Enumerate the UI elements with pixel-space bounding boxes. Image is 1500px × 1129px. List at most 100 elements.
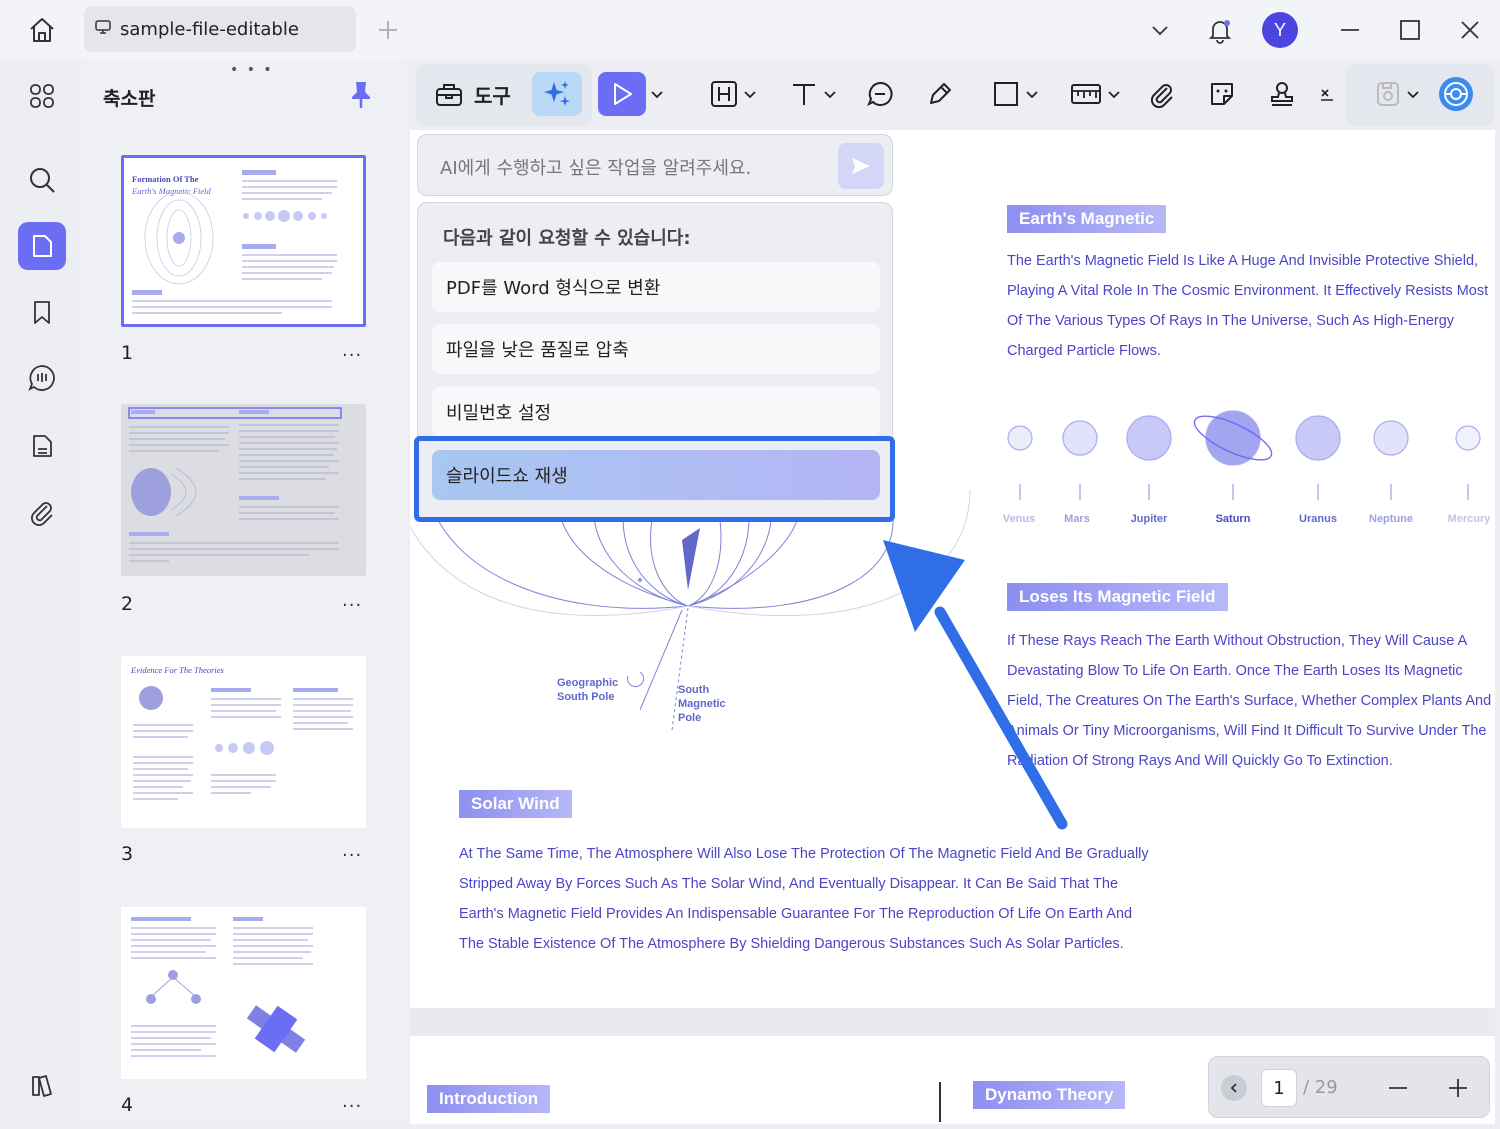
avatar[interactable]: Y bbox=[1262, 12, 1298, 48]
thumbnail-page-1[interactable]: Formation Of The Earth's Magnetic Field bbox=[121, 155, 366, 327]
close-icon[interactable] bbox=[1454, 14, 1486, 46]
document-tab[interactable]: sample-file-editable bbox=[84, 6, 356, 52]
page-icon[interactable] bbox=[18, 422, 66, 470]
signature-tool-button[interactable] bbox=[1314, 72, 1340, 116]
thumbnail-page-4[interactable] bbox=[121, 907, 366, 1079]
tools-button[interactable]: 도구 bbox=[434, 72, 544, 116]
attach-tool-button[interactable] bbox=[1142, 72, 1182, 116]
thumbnail-page-number: 1 bbox=[121, 342, 134, 364]
monitor-icon bbox=[94, 18, 112, 40]
chevron-down-icon bbox=[1407, 91, 1419, 99]
paragraph-3: At The Same Time, The Atmosphere Will Al… bbox=[459, 846, 1149, 952]
heading-icon bbox=[711, 81, 737, 107]
ai-prompt-placeholder: AI에게 수행하고 싶은 작업을 알려주세요. bbox=[440, 158, 752, 179]
thumbnail-more-button[interactable]: ... bbox=[342, 840, 362, 861]
chevron-down-icon bbox=[1108, 91, 1120, 99]
annotation-arrow bbox=[883, 540, 1068, 830]
suggestion-set-password[interactable]: 비밀번호 설정 bbox=[432, 387, 880, 437]
shape-tool-button[interactable] bbox=[980, 72, 1050, 116]
search-icon[interactable] bbox=[18, 156, 66, 204]
main-toolbar: 도구 bbox=[416, 60, 1500, 128]
chevron-down-icon bbox=[744, 91, 756, 99]
ruler-icon bbox=[1071, 84, 1101, 104]
minus-icon bbox=[1389, 1087, 1407, 1089]
svg-text:Geographic: Geographic bbox=[557, 677, 618, 689]
heading-tool-button[interactable] bbox=[698, 72, 768, 116]
bookmark-icon[interactable] bbox=[18, 288, 66, 336]
sparkle-icon bbox=[544, 81, 570, 106]
thumbnail-page-2[interactable] bbox=[121, 404, 366, 576]
planet-label: Saturn bbox=[1215, 513, 1251, 525]
heading-earths-magnetic: Earth's Magnetic bbox=[1007, 205, 1167, 233]
signature-icon bbox=[1321, 89, 1333, 101]
chevron-down-icon bbox=[824, 91, 836, 99]
grid-icon[interactable] bbox=[18, 72, 66, 120]
title-bar: sample-file-editable Y bbox=[0, 0, 1500, 60]
page-navigator: 1 / 29 bbox=[1208, 1056, 1490, 1118]
send-button[interactable] bbox=[838, 143, 884, 189]
ai-prompt-input[interactable]: AI에게 수행하고 싶은 작업을 알려주세요. bbox=[417, 134, 893, 196]
heading-solar-wind: Solar Wind bbox=[459, 790, 572, 818]
left-rail bbox=[8, 60, 78, 1124]
planet-label: Neptune bbox=[1369, 513, 1413, 525]
ai-assistant-icon bbox=[1439, 77, 1473, 111]
ai-suggestions-title: 다음과 같이 요청할 수 있습니다: bbox=[443, 228, 691, 249]
thumbnail-more-button[interactable]: ... bbox=[342, 1091, 362, 1112]
minimize-icon[interactable] bbox=[1334, 14, 1366, 46]
suggestion-compress[interactable]: 파일을 낮은 품질로 압축 bbox=[432, 324, 880, 374]
maximize-icon[interactable] bbox=[1394, 14, 1426, 46]
pen-icon bbox=[930, 83, 951, 104]
chevron-down-icon[interactable] bbox=[1144, 14, 1176, 46]
comment-tool-button[interactable] bbox=[860, 72, 900, 116]
planet-row bbox=[1007, 410, 1481, 500]
thumbnail-page-number: 4 bbox=[121, 1094, 134, 1116]
panel-grip[interactable]: • • • bbox=[230, 62, 274, 78]
select-tool-button[interactable] bbox=[598, 72, 646, 116]
svg-text:South Pole: South Pole bbox=[557, 691, 614, 703]
stamp-icon bbox=[1271, 82, 1293, 106]
zoom-out-button[interactable] bbox=[1383, 1073, 1413, 1103]
thumbnail-page-3[interactable]: Evidence For The Theories bbox=[121, 656, 366, 828]
pen-tool-button[interactable] bbox=[920, 72, 960, 116]
new-tab-button[interactable] bbox=[376, 18, 400, 42]
text-tool-button[interactable] bbox=[778, 72, 848, 116]
toolbox-icon bbox=[436, 84, 462, 106]
measure-tool-button[interactable] bbox=[1060, 72, 1130, 116]
text-divider bbox=[939, 1082, 941, 1122]
text-icon bbox=[793, 84, 815, 105]
attachment-icon[interactable] bbox=[18, 488, 66, 536]
tab-title: sample-file-editable bbox=[120, 18, 299, 40]
svg-text:Evidence For The Theories: Evidence For The Theories bbox=[130, 665, 224, 675]
svg-text:South: South bbox=[678, 684, 709, 696]
heading-introduction: Introduction bbox=[427, 1085, 551, 1113]
chevron-left-icon bbox=[1230, 1083, 1237, 1093]
planet-label: Mercury bbox=[1447, 513, 1491, 525]
save-button[interactable] bbox=[1362, 72, 1432, 116]
home-icon[interactable] bbox=[22, 12, 62, 48]
save-icon bbox=[1377, 82, 1399, 106]
prev-page-button[interactable] bbox=[1221, 1075, 1247, 1101]
suggestion-pdf-to-word[interactable]: PDF를 Word 형식으로 변환 bbox=[432, 262, 880, 312]
pin-icon[interactable] bbox=[348, 80, 374, 114]
cursor-icon bbox=[614, 83, 632, 105]
zoom-in-button[interactable] bbox=[1443, 1073, 1473, 1103]
planet-label: Jupiter bbox=[1130, 513, 1168, 525]
layers-icon[interactable] bbox=[18, 1062, 66, 1110]
stamp-tool-button[interactable] bbox=[1262, 72, 1302, 116]
ai-assistant-button[interactable] bbox=[1436, 72, 1476, 116]
page-number-input[interactable]: 1 bbox=[1261, 1069, 1297, 1107]
thumbnail-more-button[interactable]: ... bbox=[342, 590, 362, 611]
thumbnail-more-button[interactable]: ... bbox=[342, 340, 362, 361]
send-icon bbox=[852, 158, 870, 174]
sticker-icon bbox=[1211, 83, 1233, 105]
chevron-down-icon[interactable] bbox=[648, 72, 666, 116]
sticker-tool-button[interactable] bbox=[1202, 72, 1242, 116]
comment-icon[interactable] bbox=[18, 354, 66, 402]
svg-text:Pole: Pole bbox=[678, 712, 701, 724]
page-total: / 29 bbox=[1303, 1077, 1338, 1098]
ai-sparkle-button[interactable] bbox=[532, 72, 582, 116]
thumbnails-icon[interactable] bbox=[18, 222, 66, 270]
rectangle-icon bbox=[994, 82, 1018, 106]
bell-icon[interactable] bbox=[1204, 14, 1236, 46]
attachment-icon bbox=[1150, 84, 1173, 109]
